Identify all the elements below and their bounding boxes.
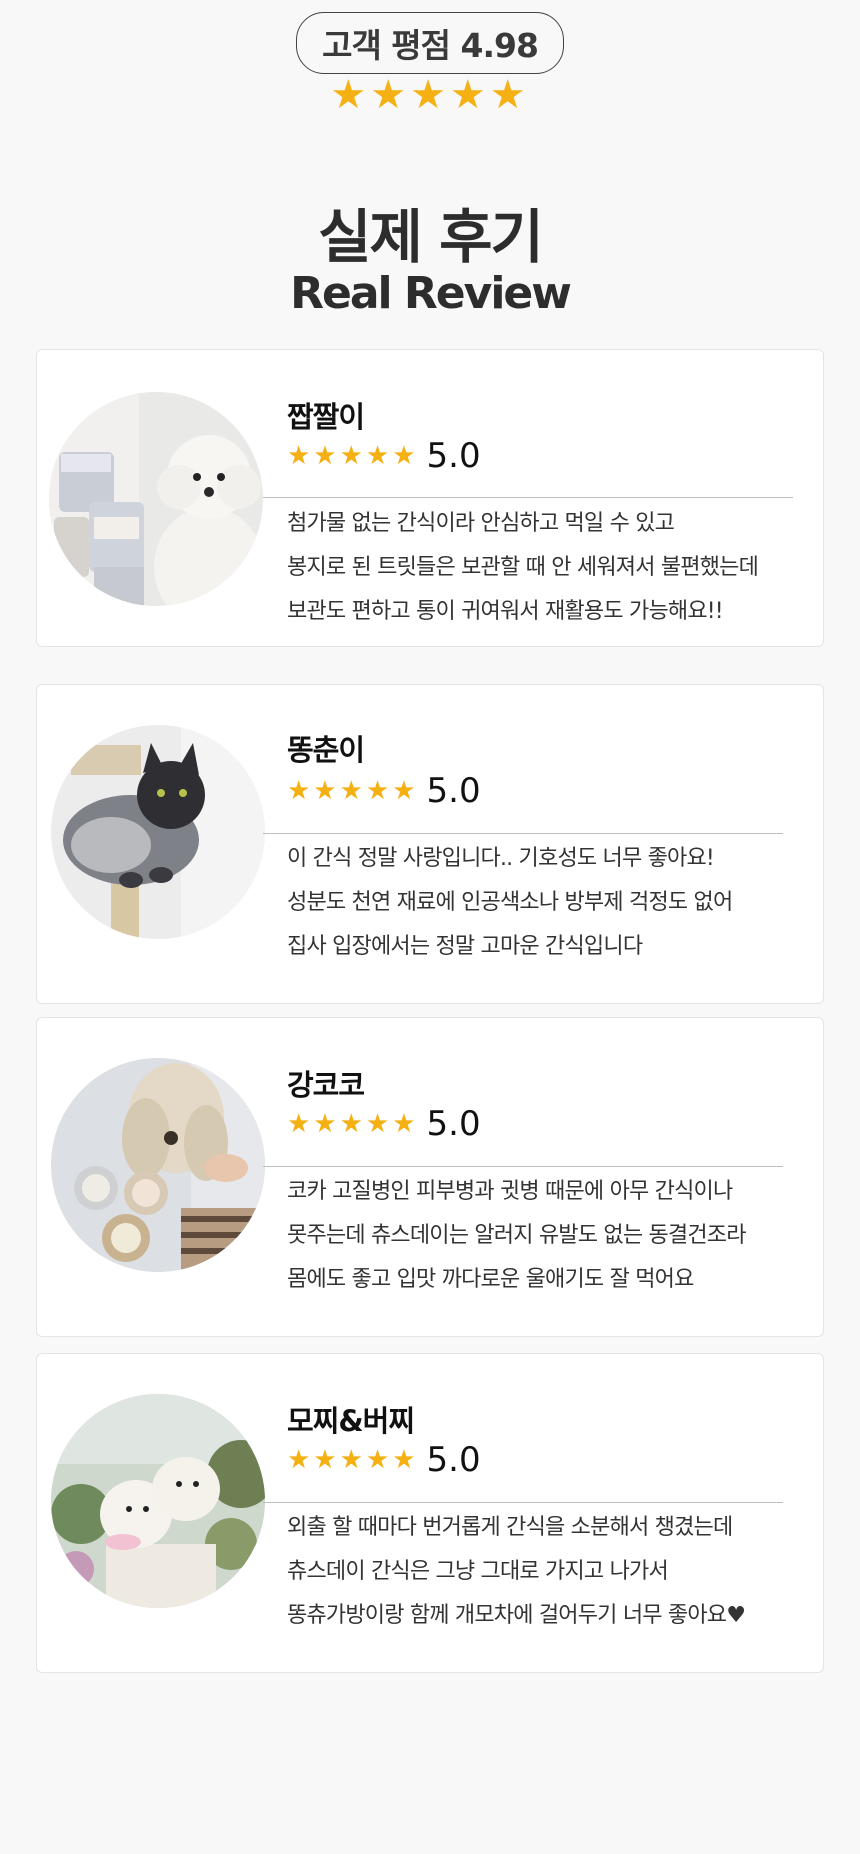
reviewer-name: 똥춘이 <box>287 733 365 767</box>
review-score: 5.0 <box>426 771 481 811</box>
review-line: 성분도 천연 재료에 인공색소나 방부제 걱정도 없어 <box>287 890 733 915</box>
maine-coon-cat-photo <box>51 725 265 939</box>
pomeranians-photo <box>51 1394 265 1608</box>
review-card: 강코코 ★★★★★ 5.0 코카 고질병인 피부병과 귓병 때문에 아무 간식이… <box>36 1017 824 1337</box>
review-line: 첨가물 없는 간식이라 안심하고 먹일 수 있고 <box>287 511 675 536</box>
review-stars: ★★★★★ <box>287 1445 419 1475</box>
review-line: 이 간식 정말 사랑입니다.. 기호성도 너무 좋아요! <box>287 846 715 871</box>
review-line: 외출 할 때마다 번거롭게 간식을 소분해서 챙겼는데 <box>287 1515 733 1540</box>
review-line: 몸에도 좋고 입맛 까다로운 울애기도 잘 먹어요 <box>287 1267 694 1292</box>
review-line: 못주는데 츄스데이는 알러지 유발도 없는 동결건조라 <box>287 1223 746 1248</box>
review-score: 5.0 <box>426 1104 481 1144</box>
reviewer-name: 짭짤이 <box>287 400 365 434</box>
review-card: 짭짤이 ★★★★★ 5.0 첨가물 없는 간식이라 안심하고 먹일 수 있고 봉… <box>36 349 824 647</box>
review-line: 츄스데이 간식은 그냥 그대로 가지고 나가서 <box>287 1559 669 1584</box>
review-line: 똥츄가방이랑 함께 개모차에 걸어두기 너무 좋아요♥ <box>287 1603 746 1628</box>
white-poodle-photo <box>49 392 263 606</box>
divider <box>263 1166 783 1167</box>
review-stars: ★★★★★ <box>287 776 419 806</box>
review-text: 외출 할 때마다 번거롭게 간식을 소분해서 챙겼는데 츄스데이 간식은 그냥 … <box>287 1506 803 1638</box>
review-rating: ★★★★★ 5.0 <box>287 1104 481 1144</box>
review-text: 첨가물 없는 간식이라 안심하고 먹일 수 있고 봉지로 된 트릿들은 보관할 … <box>287 502 803 634</box>
review-line: 집사 입장에서는 정말 고마운 간식입니다 <box>287 934 643 959</box>
review-line: 코카 고질병인 피부병과 귓병 때문에 아무 간식이나 <box>287 1179 733 1204</box>
divider <box>263 497 793 498</box>
divider <box>263 1502 783 1503</box>
review-line: 보관도 편하고 통이 귀여워서 재활용도 가능해요!! <box>287 599 724 624</box>
review-rating: ★★★★★ 5.0 <box>287 1440 481 1480</box>
divider <box>263 833 783 834</box>
review-score: 5.0 <box>426 436 481 476</box>
review-rating: ★★★★★ 5.0 <box>287 771 481 811</box>
review-line: 봉지로 된 트릿들은 보관할 때 안 세워져서 불편했는데 <box>287 555 759 580</box>
review-score: 5.0 <box>426 1440 481 1480</box>
customer-rating-badge: 고객 평점 4.98 <box>296 12 564 74</box>
review-stars: ★★★★★ <box>287 1109 419 1139</box>
section-title-english: Real Review <box>290 268 572 319</box>
review-card: 똥춘이 ★★★★★ 5.0 이 간식 정말 사랑입니다.. 기호성도 너무 좋아… <box>36 684 824 1004</box>
reviewer-name: 모찌&버찌 <box>287 1404 415 1438</box>
section-title-korean: 실제 후기 <box>318 203 544 271</box>
review-rating: ★★★★★ 5.0 <box>287 436 481 476</box>
cocker-spaniel-photo <box>51 1058 265 1272</box>
rating-stars: ★★★★★ <box>330 72 530 118</box>
review-text: 코카 고질병인 피부병과 귓병 때문에 아무 간식이나 못주는데 츄스데이는 알… <box>287 1170 803 1302</box>
reviewer-name: 강코코 <box>287 1068 365 1102</box>
review-text: 이 간식 정말 사랑입니다.. 기호성도 너무 좋아요! 성분도 천연 재료에 … <box>287 837 803 969</box>
review-stars: ★★★★★ <box>287 441 419 471</box>
review-card: 모찌&버찌 ★★★★★ 5.0 외출 할 때마다 번거롭게 간식을 소분해서 챙… <box>36 1353 824 1673</box>
